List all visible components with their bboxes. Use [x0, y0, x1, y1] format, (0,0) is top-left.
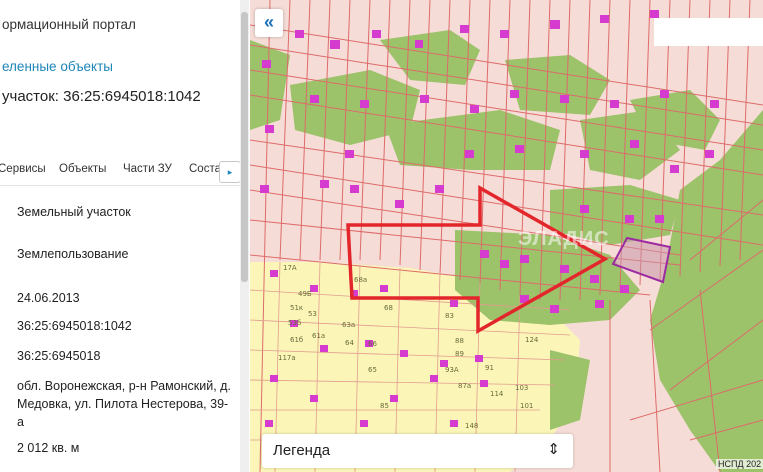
map-attribution: НСПД 202 [716, 459, 763, 469]
field-area: 2 012 кв. м [17, 441, 80, 455]
tab-bar: Сервисы Объекты Части ЗУ Соста [0, 155, 240, 186]
field-category: Землепользование [17, 247, 129, 261]
house-number: 53 [308, 310, 317, 318]
house-number: 117а [278, 354, 296, 362]
legend-label: Легенда [273, 442, 331, 459]
cadastral-map[interactable]: 17А 49Б 51к 53б 61б 53 63а 61а 117а 68а … [250, 0, 763, 472]
house-number: 124 [525, 336, 539, 344]
parcel-heading: участок: 36:25:6945018:1042 [2, 88, 201, 105]
tab-parts[interactable]: Части ЗУ [123, 163, 172, 175]
scrollbar-thumb[interactable] [241, 12, 248, 282]
house-number: 148 [465, 422, 478, 430]
info-panel: ормационный портал еленные объекты участ… [0, 0, 250, 472]
map-canvas[interactable]: 17А 49Б 51к 53б 61б 53 63а 61а 117а 68а … [250, 0, 763, 472]
search-box[interactable] [654, 18, 763, 46]
house-number: 61б [290, 336, 303, 344]
updown-chevron-icon: ⇕ [547, 441, 560, 458]
house-number: 65 [368, 366, 377, 374]
portal-title: ормационный портал [2, 17, 136, 32]
house-number: 87а [458, 382, 471, 390]
tab-objects[interactable]: Объекты [59, 163, 106, 175]
house-number: 91 [485, 364, 494, 372]
house-number: 93А [445, 366, 459, 374]
selected-objects-link[interactable]: еленные объекты [2, 59, 113, 74]
address-line: а [17, 415, 24, 429]
house-number: 89 [455, 350, 464, 358]
tab-composition[interactable]: Соста [189, 163, 221, 175]
house-number: 53б [288, 319, 301, 327]
house-number: 63а [342, 321, 355, 329]
address-line: обл. Воронежская, р-н Рамонский, д. [17, 379, 231, 393]
field-object-type: Земельный участок [17, 205, 131, 219]
house-number: 114 [490, 390, 504, 398]
house-number: 61а [312, 332, 325, 340]
tabs-scroll-right-icon[interactable]: ▸ [219, 161, 241, 183]
house-number: 66 [368, 340, 377, 348]
field-date: 24.06.2013 [17, 291, 80, 305]
house-number: 49Б [298, 290, 312, 298]
house-number: 51к [290, 304, 303, 312]
legend-dropdown[interactable]: Легенда ⇕ [262, 434, 573, 468]
house-number: 85 [380, 402, 389, 410]
house-number: 64 [345, 339, 354, 347]
house-number: 83 [445, 312, 454, 320]
house-number: 103 [515, 384, 528, 392]
house-number: 101 [520, 402, 533, 410]
field-cadastral-number: 36:25:6945018:1042 [17, 319, 132, 333]
collapse-panel-button[interactable]: « [255, 9, 283, 37]
field-block-number: 36:25:6945018 [17, 349, 101, 363]
address-line: Медовка, ул. Пилота Нестерова, 39- [17, 397, 229, 411]
watermark-text: ЭЛАДИС [518, 228, 610, 250]
house-number: 68 [384, 304, 393, 312]
house-number: 88 [455, 337, 464, 345]
house-number: 68а [354, 276, 367, 284]
panel-scrollbar[interactable] [240, 0, 249, 472]
field-address: обл. Воронежская, р-н Рамонский, д. Медо… [17, 377, 231, 431]
house-number: 17А [283, 264, 297, 272]
tab-services[interactable]: Сервисы [0, 163, 46, 175]
